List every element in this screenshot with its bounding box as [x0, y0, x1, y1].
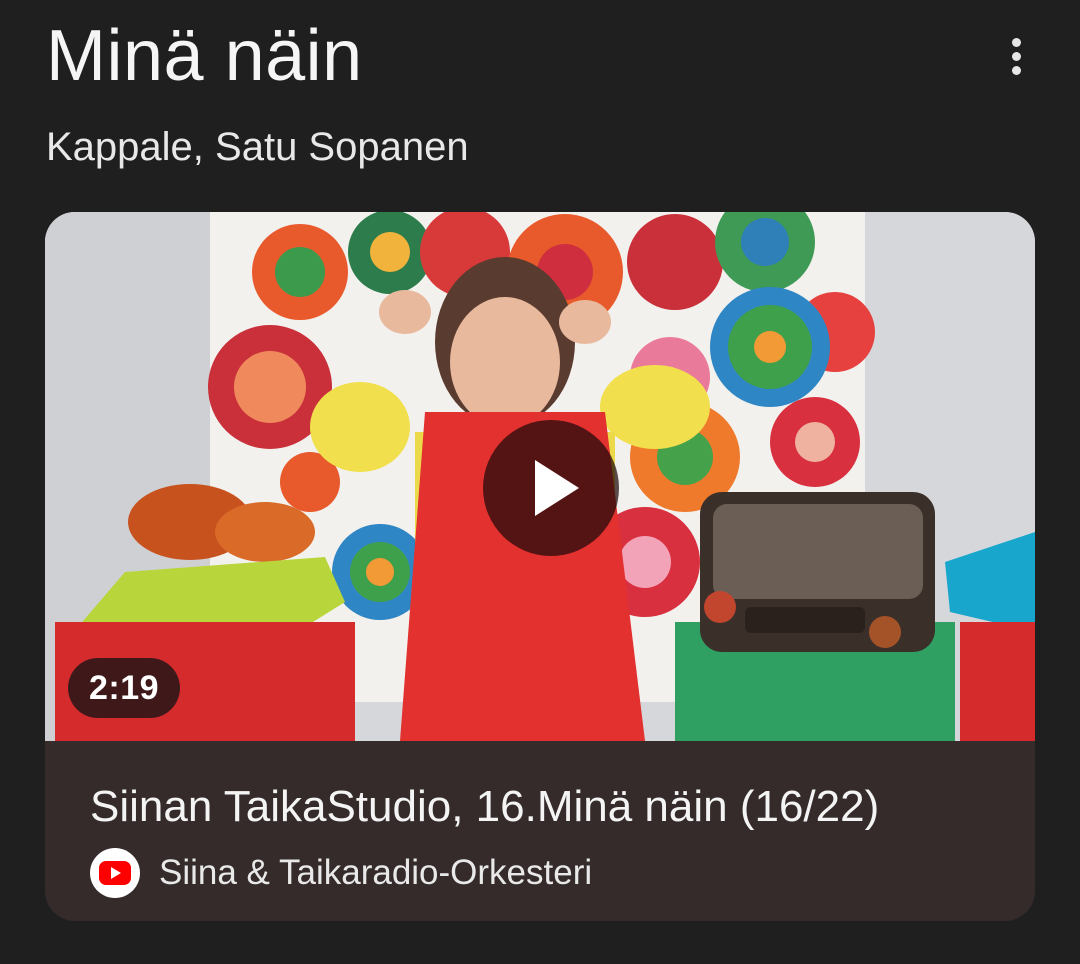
duration-badge: 2:19: [68, 658, 180, 718]
video-title[interactable]: Siinan TaikaStudio, 16.Minä näin (16/22): [90, 780, 879, 834]
play-icon: [535, 460, 579, 516]
play-button[interactable]: [483, 420, 619, 556]
more-vert-icon-dot: [1011, 65, 1021, 75]
channel-name: Siina & Taikaradio-Orkesteri: [159, 853, 593, 892]
video-thumbnail[interactable]: 2:19: [45, 212, 1035, 741]
channel-row[interactable]: Siina & Taikaradio-Orkesteri: [90, 848, 592, 898]
youtube-icon: [90, 848, 140, 898]
page-title: Minä näin: [46, 16, 363, 96]
video-card[interactable]: 2:19 Siinan TaikaStudio, 16.Minä näin (1…: [45, 212, 1035, 921]
youtube-logo-mark: [99, 861, 131, 885]
more-vert-icon-dot: [1011, 51, 1021, 61]
page: Minä näin Kappale, Satu Sopanen 2:19 Sii…: [0, 0, 1080, 964]
page-subtitle: Kappale, Satu Sopanen: [46, 125, 469, 169]
more-options-button[interactable]: [990, 30, 1042, 82]
more-vert-icon: [1011, 37, 1021, 47]
